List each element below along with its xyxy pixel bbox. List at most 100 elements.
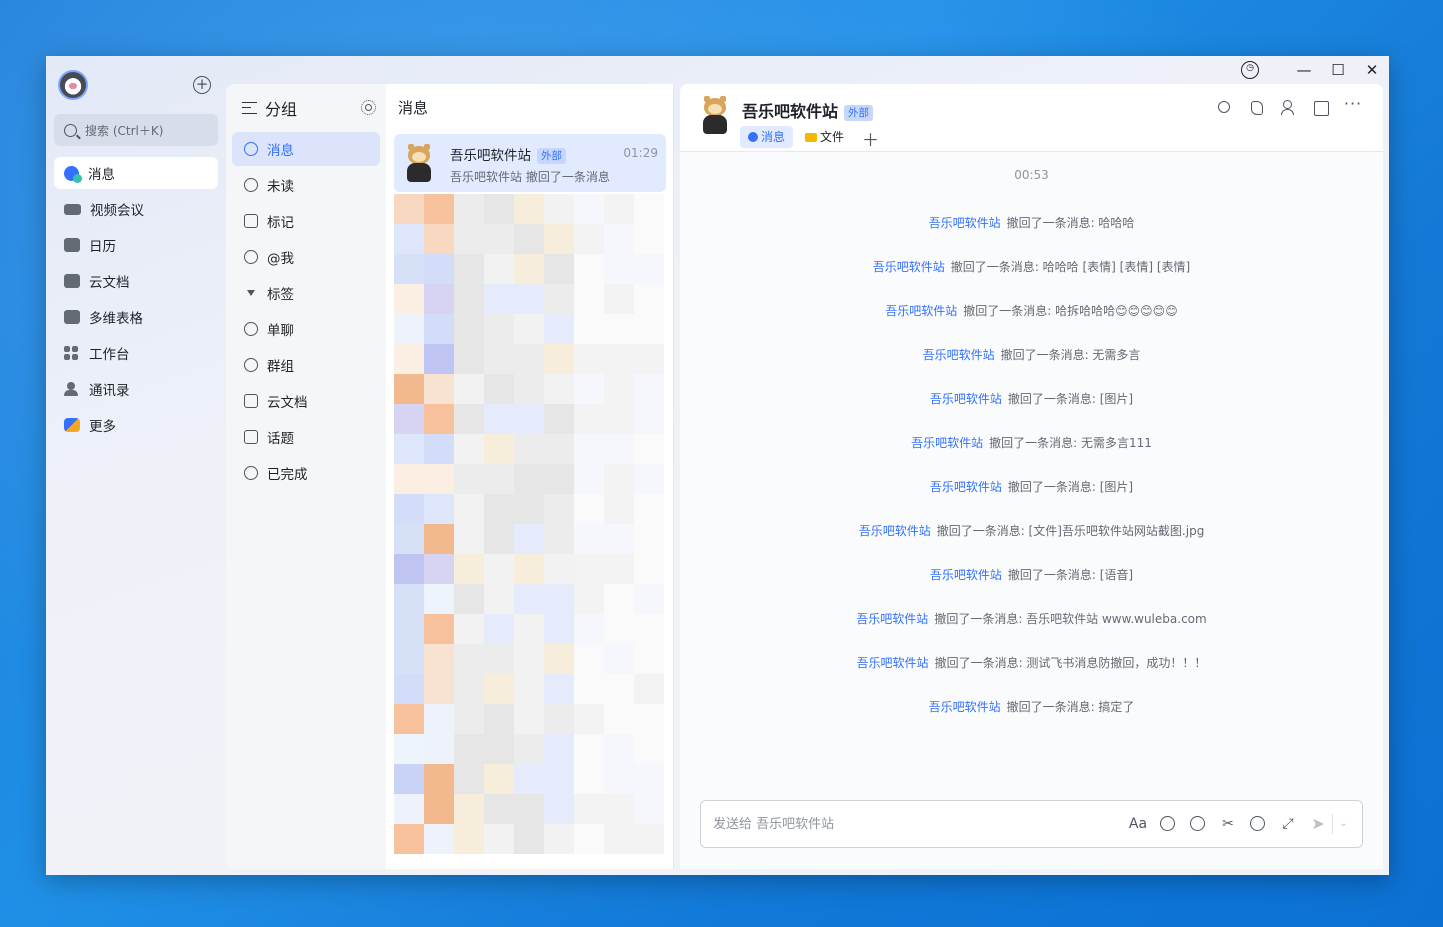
- add-tab-button[interactable]: ＋: [856, 126, 885, 151]
- group-item-groups[interactable]: 群组: [232, 348, 380, 382]
- system-message-text: 撤回了一条消息: [图片]: [1007, 480, 1134, 494]
- unread-icon: [244, 178, 258, 192]
- system-message: 吾乐吧软件站 撤回了一条消息: 哈拆哈哈哈😊😊😊😊😊: [680, 302, 1383, 319]
- sender-link[interactable]: 吾乐吧软件站: [859, 524, 931, 538]
- system-message: 吾乐吧软件站 撤回了一条消息: 无需多言: [680, 346, 1383, 363]
- window-controls: ◷ — ☐ ✕: [1241, 56, 1389, 84]
- group-item-docs[interactable]: 云文档: [232, 384, 380, 418]
- sender-link[interactable]: 吾乐吧软件站: [873, 260, 945, 274]
- system-message: 吾乐吧软件站 撤回了一条消息: [图片]: [680, 390, 1383, 407]
- conversation-title[interactable]: 吾乐吧软件站 外部: [742, 98, 874, 122]
- mention-icon[interactable]: [1188, 814, 1208, 834]
- call-icon[interactable]: [1247, 98, 1267, 118]
- tab-messages[interactable]: 消息: [740, 126, 794, 148]
- message-timestamp: 00:53: [1014, 168, 1049, 182]
- contacts-icon: [64, 382, 80, 396]
- app-window: + 搜索 (Ctrl＋K) 消息 视频会议 日历 云文档 多维表格 工作台 通讯…: [46, 56, 1389, 875]
- check-circle-icon: [244, 466, 258, 480]
- conversation-tabs: 消息 文件 ＋: [740, 126, 885, 151]
- sender-link[interactable]: 吾乐吧软件站: [930, 568, 1002, 582]
- minimize-button[interactable]: —: [1287, 61, 1321, 79]
- group-item-unread[interactable]: 未读: [232, 168, 380, 202]
- nav-item-base[interactable]: 多维表格: [54, 301, 218, 333]
- nav-item-contacts[interactable]: 通讯录: [54, 373, 218, 405]
- group-item-label: 群组: [267, 359, 294, 375]
- chat-item-selected[interactable]: 吾乐吧软件站 外部 01:29 吾乐吧软件站 撤回了一条消息: [394, 134, 666, 192]
- system-message: 吾乐吧软件站 撤回了一条消息: 搞定了: [680, 698, 1383, 715]
- sender-link[interactable]: 吾乐吧软件站: [929, 700, 1001, 714]
- message-input[interactable]: [713, 813, 1093, 835]
- plus-circle-icon[interactable]: +: [193, 76, 211, 94]
- nav-item-label: 云文档: [89, 275, 130, 291]
- group-item-label: 未读: [267, 179, 294, 195]
- more-options-icon[interactable]: ···: [1343, 96, 1363, 118]
- chat-preview: 吾乐吧软件站 撤回了一条消息: [450, 170, 610, 184]
- message-icon: [64, 165, 82, 183]
- system-message-text: 撤回了一条消息: [文件]吾乐吧软件站网站截图.jpg: [936, 524, 1205, 538]
- system-message: 吾乐吧软件站 撤回了一条消息: [文件]吾乐吧软件站网站截图.jpg: [680, 522, 1383, 539]
- format-text-button[interactable]: Aa: [1128, 814, 1148, 834]
- system-message-text: 撤回了一条消息: 测试飞书消息防撤回，成功！！！: [934, 656, 1207, 670]
- history-icon[interactable]: ◷: [1241, 61, 1259, 79]
- add-member-icon[interactable]: [1279, 98, 1299, 118]
- send-options-chevron-icon[interactable]: ⌄: [1332, 814, 1348, 834]
- table-icon: [64, 310, 80, 324]
- sender-link[interactable]: 吾乐吧软件站: [857, 656, 929, 670]
- group-list: 消息 未读 标记 @我 标签 单聊 群组 云文档 话题 已完成: [226, 132, 386, 490]
- nav-item-messages[interactable]: 消息: [54, 157, 218, 189]
- group-item-done[interactable]: 已完成: [232, 456, 380, 490]
- header-toolbar: ···: [1203, 96, 1363, 118]
- expand-icon[interactable]: ⤢: [1278, 814, 1298, 834]
- calendar-icon[interactable]: [1311, 98, 1331, 118]
- conversation-avatar[interactable]: [698, 96, 732, 134]
- settings-gear-icon[interactable]: [361, 100, 376, 115]
- at-icon: [244, 250, 258, 264]
- user-avatar[interactable]: [58, 70, 88, 100]
- search-box[interactable]: 搜索 (Ctrl＋K): [54, 114, 218, 146]
- emoji-icon[interactable]: [1158, 814, 1178, 834]
- group-item-messages[interactable]: 消息: [232, 132, 380, 166]
- sender-link[interactable]: 吾乐吧软件站: [930, 392, 1002, 406]
- group-item-label: 单聊: [267, 323, 294, 339]
- sender-link[interactable]: 吾乐吧软件站: [911, 436, 983, 450]
- video-icon: [64, 203, 81, 215]
- nav-item-more[interactable]: 更多: [54, 409, 218, 441]
- group-item-label: 标签: [267, 287, 294, 303]
- close-button[interactable]: ✕: [1355, 61, 1389, 79]
- group-item-mentions[interactable]: @我: [232, 240, 380, 274]
- tab-files[interactable]: 文件: [797, 126, 852, 148]
- groups-panel: 分组 消息 未读 标记 @我 标签 单聊 群组 云文档 话题 已完成: [226, 84, 386, 869]
- calendar-icon: [64, 238, 80, 252]
- sender-link[interactable]: 吾乐吧软件站: [929, 216, 1001, 230]
- system-message: 吾乐吧软件站 撤回了一条消息: 哈哈哈: [680, 214, 1383, 231]
- send-icon[interactable]: ➤: [1308, 814, 1328, 834]
- maximize-button[interactable]: ☐: [1321, 61, 1355, 79]
- search-chat-icon[interactable]: [1215, 98, 1235, 118]
- group-item-labels[interactable]: 标签: [232, 276, 380, 310]
- groups-title: 分组: [265, 100, 298, 119]
- group-item-topics[interactable]: 话题: [232, 420, 380, 454]
- plus-circle-icon[interactable]: [1248, 814, 1268, 834]
- nav-item-video-meeting[interactable]: 视频会议: [54, 193, 218, 225]
- topic-icon: [244, 430, 258, 444]
- system-message-text: 撤回了一条消息: 搞定了: [1006, 700, 1135, 714]
- external-tag: 外部: [844, 105, 874, 121]
- message-area: 00:53 吾乐吧软件站 撤回了一条消息: 哈哈哈 吾乐吧软件站 撤回了一条消息: 哈…: [680, 154, 1383, 794]
- group-item-label: 消息: [267, 143, 294, 159]
- sender-link[interactable]: 吾乐吧软件站: [856, 612, 928, 626]
- sender-link[interactable]: 吾乐吧软件站: [885, 304, 957, 318]
- doc-icon: [244, 394, 258, 408]
- screenshot-scissors-icon[interactable]: ✂: [1218, 814, 1238, 834]
- system-message: 吾乐吧软件站 撤回了一条消息: 无需多言111: [680, 434, 1383, 451]
- nav-item-workspace[interactable]: 工作台: [54, 337, 218, 369]
- chat-time: 01:29: [623, 146, 658, 160]
- nav-item-docs[interactable]: 云文档: [54, 265, 218, 297]
- nav-item-label: 更多: [89, 419, 116, 435]
- sender-link[interactable]: 吾乐吧软件站: [923, 348, 995, 362]
- nav-item-calendar[interactable]: 日历: [54, 229, 218, 261]
- group-item-flagged[interactable]: 标记: [232, 204, 380, 238]
- sender-link[interactable]: 吾乐吧软件站: [930, 480, 1002, 494]
- composer-toolbar: Aa ✂ ⤢ ➤ ⌄: [1118, 814, 1348, 834]
- nav-item-label: 消息: [88, 167, 115, 183]
- group-item-direct[interactable]: 单聊: [232, 312, 380, 346]
